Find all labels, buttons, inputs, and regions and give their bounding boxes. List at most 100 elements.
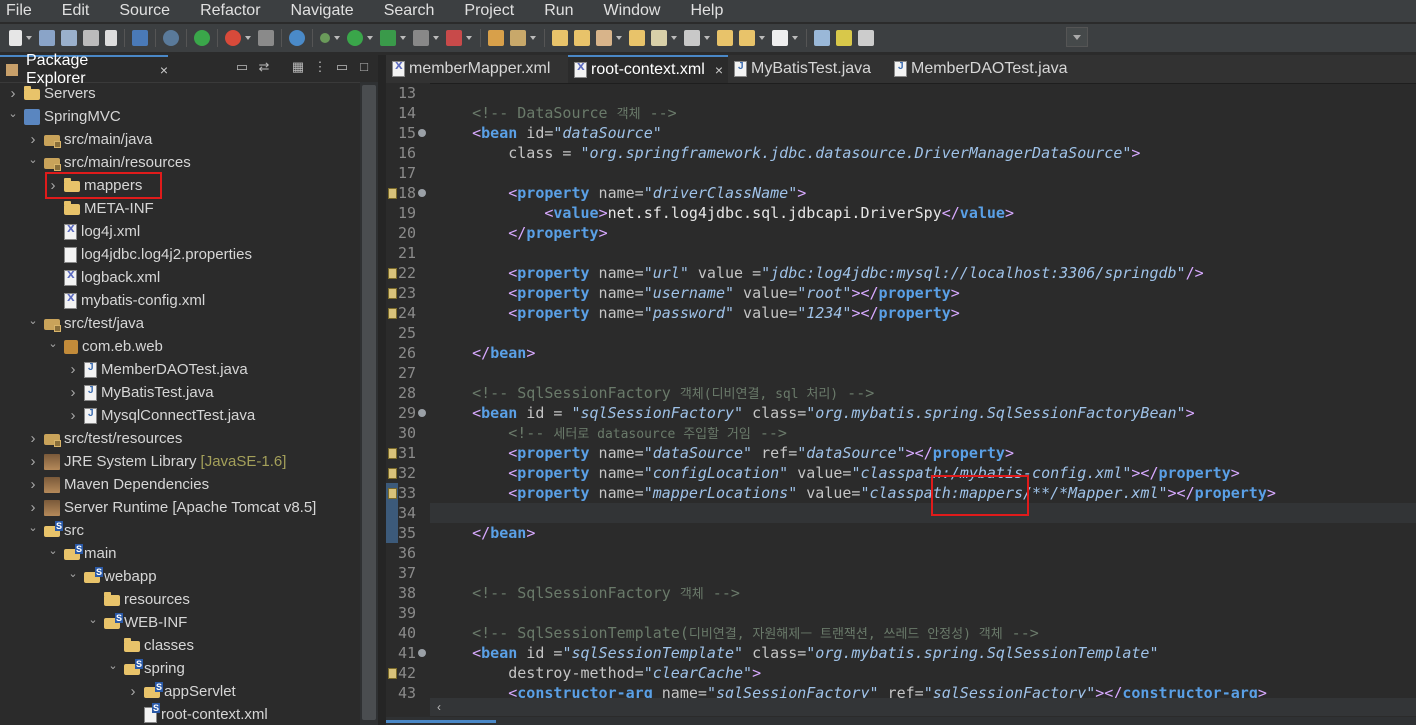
fold-toggle-icon[interactable]	[418, 189, 426, 197]
save-icon[interactable]	[39, 30, 55, 46]
menu-help[interactable]: Help	[682, 0, 731, 22]
print-icon[interactable]	[83, 30, 99, 46]
menu-edit[interactable]: Edit	[54, 0, 98, 22]
tree-item[interactable]: › MyBatisTest.java	[66, 381, 214, 404]
warning-marker-icon[interactable]	[388, 668, 397, 679]
prev-edit-icon[interactable]	[717, 30, 733, 46]
tree-item[interactable]: › appServlet	[126, 680, 236, 703]
editor-horizontal-scrollbar[interactable]: ‹	[430, 698, 1416, 716]
tree-item[interactable]: › MemberDAOTest.java	[66, 358, 248, 381]
chevron-down-icon[interactable]: ⌄	[86, 613, 100, 627]
run-external-icon[interactable]	[380, 30, 396, 46]
chevron-down-icon[interactable]: ⌄	[106, 659, 120, 673]
minimize-icon[interactable]: ▭	[334, 59, 350, 75]
tree-item[interactable]: › Maven Dependencies	[26, 473, 210, 496]
chevron-right-icon[interactable]: ›	[26, 131, 40, 148]
fold-toggle-icon[interactable]	[418, 129, 426, 137]
warning-marker-icon[interactable]	[388, 268, 397, 279]
perspective-combo-chevron-icon[interactable]	[1066, 27, 1088, 47]
chevron-down-icon[interactable]: ⌄	[26, 521, 40, 535]
chevron-right-icon[interactable]: ›	[46, 177, 60, 194]
forward-arrow-icon[interactable]	[772, 30, 788, 46]
terminate-icon[interactable]	[194, 30, 210, 46]
brush-dropdown[interactable]	[615, 30, 622, 46]
menu-window[interactable]: Window	[596, 0, 669, 22]
fold-toggle-icon[interactable]	[418, 649, 426, 657]
chevron-right-icon[interactable]: ›	[26, 430, 40, 447]
editor-tab[interactable]: memberMapper.xml	[386, 55, 568, 83]
profile-icon[interactable]	[446, 30, 462, 46]
open-folder-icon[interactable]	[574, 30, 590, 46]
run-dropdown[interactable]	[366, 30, 373, 46]
next-annotation-icon[interactable]	[684, 30, 700, 46]
editor-tab[interactable]: MemberDAOTest.java	[888, 55, 1068, 83]
tree-item[interactable]: › JRE System Library [JavaSE-1.6]	[26, 450, 287, 473]
forward-dropdown[interactable]	[791, 30, 798, 46]
chevron-down-icon[interactable]: ⌄	[26, 314, 40, 328]
chevron-down-icon[interactable]: ⌄	[46, 544, 60, 558]
tree-item[interactable]: › MysqlConnectTest.java	[66, 404, 256, 427]
warning-marker-icon[interactable]	[388, 488, 397, 499]
maximize-icon[interactable]: □	[356, 59, 372, 75]
menu-source[interactable]: Source	[111, 0, 178, 22]
tree-item[interactable]: mybatis-config.xml	[46, 289, 205, 312]
server-icon[interactable]	[258, 30, 274, 46]
tree-item[interactable]: › Server Runtime [Apache Tomcat v8.5]	[26, 496, 317, 519]
pencil-icon[interactable]	[836, 30, 852, 46]
back-arrow-icon[interactable]	[739, 30, 755, 46]
fold-toggle-icon[interactable]	[418, 409, 426, 417]
focus-icon[interactable]: ▦	[290, 59, 306, 75]
tree-item[interactable]: root-context.xml	[126, 702, 268, 725]
brush-icon[interactable]	[596, 30, 612, 46]
debug-dropdown[interactable]	[333, 30, 340, 46]
menu-search[interactable]: Search	[376, 0, 443, 22]
debug-icon[interactable]	[320, 33, 330, 43]
tree-item[interactable]: resources	[86, 588, 190, 611]
profile-dropdown[interactable]	[465, 30, 472, 46]
tree-item[interactable]: › src/main/java	[26, 128, 152, 151]
warning-marker-icon[interactable]	[388, 468, 397, 479]
tree-item[interactable]: › mappers	[46, 174, 143, 197]
new-java-project-icon[interactable]	[488, 30, 504, 46]
search-icon[interactable]	[629, 30, 645, 46]
chevron-right-icon[interactable]: ›	[26, 453, 40, 470]
tree-item[interactable]: ⌄ com.eb.web	[46, 335, 162, 358]
tree-item[interactable]: ⌄ src/test/java	[26, 312, 144, 335]
tree-item[interactable]: classes	[106, 634, 194, 657]
view-sash[interactable]	[378, 55, 386, 725]
save-all-icon[interactable]	[61, 30, 77, 46]
chevron-right-icon[interactable]: ›	[126, 683, 140, 700]
code-editor[interactable]: <!-- DataSource 객체 --> <bean id="dataSou…	[430, 83, 1416, 715]
tree-item[interactable]: logback.xml	[46, 266, 160, 289]
new-package-icon[interactable]	[510, 30, 526, 46]
stop-dropdown[interactable]	[432, 30, 439, 46]
console-icon[interactable]	[132, 30, 148, 46]
tree-item[interactable]: › src/test/resources	[26, 427, 182, 450]
menu-navigate[interactable]: Navigate	[283, 0, 362, 22]
annotation-icon[interactable]	[651, 30, 667, 46]
annotation-dropdown[interactable]	[670, 30, 677, 46]
open-perspective-icon[interactable]	[814, 30, 830, 46]
chevron-right-icon[interactable]: ›	[66, 361, 80, 378]
new-dropdown[interactable]	[25, 30, 32, 46]
editor-tab[interactable]: root-context.xml ×	[568, 55, 728, 83]
menu-run[interactable]: Run	[536, 0, 581, 22]
menu-refactor[interactable]: Refactor	[192, 0, 268, 22]
open-file-icon[interactable]	[105, 30, 117, 46]
tab-package-explorer[interactable]: Package Explorer ×	[0, 52, 168, 87]
new-class-dropdown[interactable]	[529, 30, 536, 46]
check-icon[interactable]	[225, 30, 241, 46]
grid-icon[interactable]	[858, 30, 874, 46]
tree-item[interactable]: ⌄ main	[46, 542, 117, 565]
tree-item[interactable]: ⌄ src/main/resources	[26, 151, 191, 174]
chevron-down-icon[interactable]: ⌄	[6, 107, 20, 121]
tree-item[interactable]: › Servers	[6, 82, 96, 105]
tree-item[interactable]: ⌄ WEB-INF	[86, 611, 187, 634]
tree-item[interactable]: log4jdbc.log4j2.properties	[46, 243, 252, 266]
open-type-icon[interactable]	[552, 30, 568, 46]
chevron-down-icon[interactable]: ⌄	[66, 567, 80, 581]
stop-icon[interactable]	[413, 30, 429, 46]
skip-breakpoints-icon[interactable]	[163, 30, 179, 46]
chevron-right-icon[interactable]: ›	[6, 85, 20, 102]
warning-marker-icon[interactable]	[388, 308, 397, 319]
